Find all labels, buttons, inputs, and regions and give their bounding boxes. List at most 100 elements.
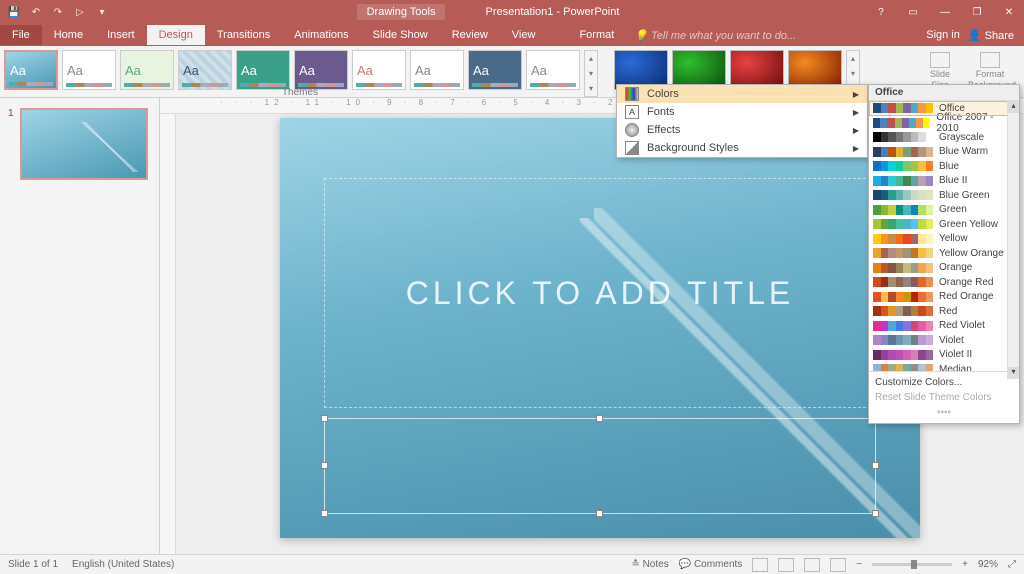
zoom-level[interactable]: 92%	[978, 559, 998, 570]
theme-thumb[interactable]: Aa	[352, 50, 406, 90]
color-scheme-item[interactable]: Blue Green	[869, 188, 1019, 203]
color-scheme-label: Blue II	[939, 175, 967, 186]
ribbon-display-options-icon[interactable]: ▭	[898, 2, 928, 22]
scroll-up-icon[interactable]: ▴	[1008, 101, 1019, 113]
resize-handle[interactable]	[596, 415, 603, 422]
theme-thumb[interactable]: Aa	[526, 50, 580, 90]
theme-thumb[interactable]: Aa	[468, 50, 522, 90]
color-scheme-item[interactable]: Median	[869, 362, 1019, 371]
scrollbar[interactable]: ▴ ▾	[1007, 101, 1019, 379]
chevron-right-icon: ▶	[853, 126, 859, 135]
menu-item-fonts[interactable]: AFonts▶	[617, 103, 867, 121]
chevron-right-icon: ▶	[853, 108, 859, 117]
minimize-icon[interactable]: —	[930, 2, 960, 22]
fonts-icon: A	[625, 105, 639, 119]
color-scheme-label: Blue Warm	[939, 146, 988, 157]
qat-more-icon[interactable]: ▾	[94, 4, 110, 20]
title-placeholder[interactable]: CLICK TO ADD TITLE	[324, 178, 876, 408]
theme-thumb[interactable]: Aa	[236, 50, 290, 90]
contextual-tab-label: Drawing Tools	[357, 4, 446, 20]
tab-slideshow[interactable]: Slide Show	[361, 25, 440, 45]
ruler-vertical	[160, 114, 176, 554]
colors-flyout: Office OfficeOffice 2007 - 2010Grayscale…	[868, 84, 1020, 424]
color-scheme-label: Orange Red	[939, 277, 993, 288]
color-scheme-item[interactable]: Red	[869, 304, 1019, 319]
color-scheme-item[interactable]: Blue	[869, 159, 1019, 174]
color-scheme-item[interactable]: Blue II	[869, 174, 1019, 189]
tab-transitions[interactable]: Transitions	[205, 25, 282, 45]
scroll-down-icon[interactable]: ▾	[1008, 367, 1019, 379]
status-slide-count: Slide 1 of 1	[8, 559, 58, 570]
zoom-in-icon[interactable]: +	[962, 559, 968, 570]
color-scheme-item[interactable]: Green Yellow	[869, 217, 1019, 232]
sign-in-link[interactable]: Sign in	[926, 29, 960, 42]
menu-item-effects[interactable]: Effects▶	[617, 121, 867, 139]
view-slideshow-icon[interactable]	[830, 558, 846, 572]
undo-icon[interactable]: ↶	[28, 4, 44, 20]
color-scheme-item[interactable]: Office 2007 - 2010	[869, 116, 1019, 131]
restore-icon[interactable]: ❐	[962, 2, 992, 22]
color-scheme-label: Yellow	[939, 233, 968, 244]
theme-thumb[interactable]: Aa	[294, 50, 348, 90]
color-scheme-label: Blue Green	[939, 190, 990, 201]
theme-thumb[interactable]: Aa	[4, 50, 58, 90]
slide-canvas[interactable]: CLICK TO ADD TITLE	[280, 118, 920, 538]
color-scheme-item[interactable]: Red Violet	[869, 319, 1019, 334]
resize-handle[interactable]	[321, 462, 328, 469]
resize-handle[interactable]	[321, 510, 328, 517]
tab-insert[interactable]: Insert	[95, 25, 147, 45]
tab-review[interactable]: Review	[440, 25, 500, 45]
tab-view[interactable]: View	[500, 25, 548, 45]
resize-handle[interactable]	[872, 462, 879, 469]
theme-thumb[interactable]: Aa	[178, 50, 232, 90]
slides-panel[interactable]: 1	[0, 98, 160, 554]
tab-design[interactable]: Design	[147, 25, 205, 45]
view-reading-icon[interactable]	[804, 558, 820, 572]
tab-file[interactable]: File	[0, 25, 42, 45]
color-scheme-item[interactable]: Orange	[869, 261, 1019, 276]
color-scheme-item[interactable]: Red Orange	[869, 290, 1019, 305]
color-scheme-item[interactable]: Green	[869, 203, 1019, 218]
status-language[interactable]: English (United States)	[72, 559, 174, 570]
subtitle-placeholder[interactable]	[324, 418, 876, 514]
reset-colors-link: Reset Slide Theme Colors	[875, 390, 1013, 405]
help-icon[interactable]: ?	[866, 2, 896, 22]
resize-handle[interactable]	[872, 510, 879, 517]
color-scheme-item[interactable]: Violet II	[869, 348, 1019, 363]
color-scheme-item[interactable]: Blue Warm	[869, 145, 1019, 160]
menu-item-colors[interactable]: Colors▶	[617, 85, 867, 103]
resize-handle[interactable]	[321, 415, 328, 422]
color-scheme-item[interactable]: Yellow	[869, 232, 1019, 247]
theme-thumb[interactable]: Aa	[120, 50, 174, 90]
slide-thumbnail[interactable]	[20, 108, 148, 180]
fit-to-window-icon[interactable]: ⤢	[1008, 559, 1016, 570]
customize-colors-link[interactable]: Customize Colors...	[875, 375, 1013, 390]
quick-access-toolbar: 💾 ↶ ↷ ▷ ▾	[0, 4, 110, 20]
color-scheme-item[interactable]: Orange Red	[869, 275, 1019, 290]
zoom-out-icon[interactable]: −	[856, 559, 862, 570]
tab-home[interactable]: Home	[42, 25, 95, 45]
color-scheme-item[interactable]: Yellow Orange	[869, 246, 1019, 261]
share-button[interactable]: 👤 Share	[968, 29, 1014, 42]
tell-me-input[interactable]: 💡 Tell me what you want to do...	[634, 29, 796, 42]
resize-handle[interactable]	[596, 510, 603, 517]
redo-icon[interactable]: ↷	[50, 4, 66, 20]
color-scheme-item[interactable]: Violet	[869, 333, 1019, 348]
colors-list[interactable]: OfficeOffice 2007 - 2010GrayscaleBlue Wa…	[869, 101, 1019, 371]
theme-thumb[interactable]: Aa	[62, 50, 116, 90]
view-sorter-icon[interactable]	[778, 558, 794, 572]
tab-format[interactable]: Format	[567, 25, 626, 45]
theme-thumb[interactable]: Aa	[410, 50, 464, 90]
view-normal-icon[interactable]	[752, 558, 768, 572]
color-scheme-label: Orange	[939, 262, 972, 273]
close-icon[interactable]: ✕	[994, 2, 1024, 22]
notes-button[interactable]: ≛ Notes	[631, 559, 668, 570]
comments-button[interactable]: 💬 Comments	[679, 559, 743, 570]
start-slideshow-icon[interactable]: ▷	[72, 4, 88, 20]
zoom-slider[interactable]	[872, 563, 952, 566]
menu-item-background[interactable]: Background Styles▶	[617, 139, 867, 157]
save-icon[interactable]: 💾	[6, 4, 22, 20]
chevron-right-icon: ▶	[853, 144, 859, 153]
tab-animations[interactable]: Animations	[282, 25, 360, 45]
color-swatch	[873, 118, 930, 128]
